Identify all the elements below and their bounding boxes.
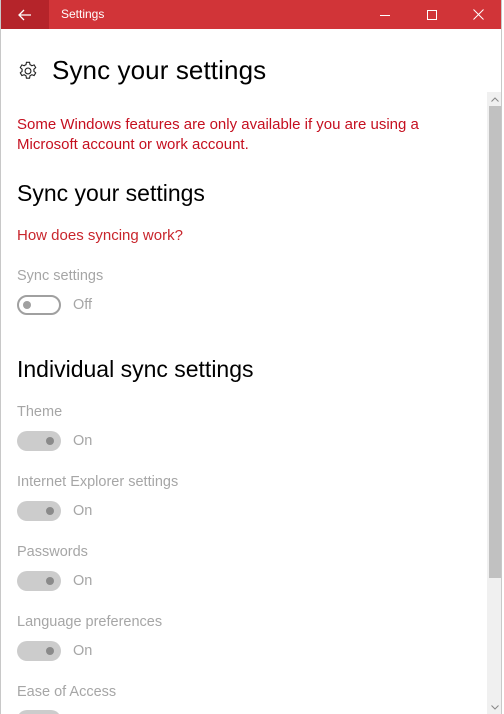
- passwords-toggle[interactable]: [17, 571, 61, 591]
- individual-section-title: Individual sync settings: [17, 356, 254, 382]
- sync-section-title: Sync your settings: [17, 180, 205, 206]
- sync-settings-label: Sync settings: [17, 268, 104, 284]
- language-preferences-state: On: [73, 643, 93, 659]
- ie-settings-label: Internet Explorer settings: [17, 474, 179, 490]
- maximize-icon: [427, 9, 437, 20]
- title-bar: Settings: [1, 0, 501, 29]
- how-syncing-works-link[interactable]: How does syncing work?: [17, 227, 183, 244]
- theme-state: On: [73, 433, 93, 449]
- toggle-knob: [23, 301, 31, 309]
- ease-of-access-label: Ease of Access: [17, 684, 117, 700]
- minimize-button[interactable]: [362, 0, 408, 29]
- theme-label: Theme: [17, 404, 63, 420]
- close-icon: [472, 9, 484, 20]
- scroll-up-button[interactable]: [487, 92, 501, 106]
- scrollbar-thumb[interactable]: [489, 106, 501, 578]
- sync-settings-state: Off: [73, 297, 93, 313]
- page-header: Sync your settings: [17, 55, 266, 86]
- language-preferences-toggle[interactable]: [17, 641, 61, 661]
- toggle-knob: [46, 577, 54, 585]
- close-button[interactable]: [455, 0, 501, 29]
- language-preferences-label: Language preferences: [17, 614, 163, 630]
- theme-toggle[interactable]: [17, 431, 61, 451]
- page-title: Sync your settings: [52, 55, 267, 85]
- scroll-down-button[interactable]: [487, 700, 501, 714]
- gear-icon: [19, 61, 37, 79]
- minimize-icon: [380, 14, 390, 16]
- account-warning-text: Some Windows features are only available…: [17, 116, 419, 153]
- toggle-knob: [46, 647, 54, 655]
- back-arrow-icon: [18, 9, 31, 20]
- sync-settings-toggle[interactable]: [17, 295, 61, 315]
- toggle-knob: [46, 437, 54, 445]
- ie-settings-toggle[interactable]: [17, 501, 61, 521]
- passwords-label: Passwords: [17, 544, 88, 560]
- passwords-state: On: [73, 573, 93, 589]
- window-title: Settings: [61, 7, 105, 21]
- toggle-knob: [46, 507, 54, 515]
- settings-window: Settings Sync your settings Some Windows…: [0, 0, 502, 714]
- ease-of-access-toggle[interactable]: [17, 710, 61, 714]
- back-button[interactable]: [1, 0, 49, 29]
- vertical-scrollbar[interactable]: [487, 92, 501, 714]
- chevron-up-icon: [491, 96, 499, 102]
- ie-settings-state: On: [73, 503, 93, 519]
- chevron-down-icon: [491, 704, 499, 710]
- maximize-button[interactable]: [409, 0, 455, 29]
